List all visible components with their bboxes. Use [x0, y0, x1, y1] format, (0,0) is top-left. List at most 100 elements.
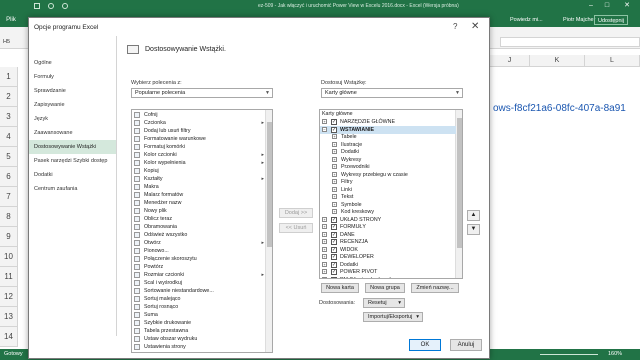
expand-icon[interactable]: +	[332, 134, 337, 139]
nav-item-quick-access-toolbar[interactable]: Pasek narzędzi Szybki dostęp	[29, 154, 116, 168]
move-up-button[interactable]: ▲	[467, 210, 480, 221]
new-group-button[interactable]: Nowa grupa	[365, 283, 405, 293]
command-item[interactable]: Tabela przestawna	[132, 327, 266, 335]
command-item[interactable]: Nowy plik	[132, 207, 266, 215]
command-item[interactable]: Malarz formatów	[132, 191, 266, 199]
command-item[interactable]: Pionowo...	[132, 247, 266, 255]
nav-item-proofing[interactable]: Sprawdzanie	[29, 84, 116, 98]
command-item[interactable]: Kopiuj	[132, 167, 266, 175]
command-item[interactable]: Sortuj malejąco	[132, 295, 266, 303]
row-header[interactable]: 8	[0, 207, 18, 227]
command-item[interactable]: Menedżer nazw	[132, 199, 266, 207]
command-item[interactable]: Suma	[132, 311, 266, 319]
row-header[interactable]: 11	[0, 267, 18, 287]
minimize-icon[interactable]: –	[584, 1, 598, 11]
maximize-icon[interactable]: □	[600, 1, 614, 11]
nav-item-trust-center[interactable]: Centrum zaufania	[29, 182, 116, 196]
tab-checkbox[interactable]: ✓	[331, 126, 337, 133]
expand-icon[interactable]: +	[322, 119, 327, 124]
row-header[interactable]: 14	[0, 327, 18, 347]
command-item[interactable]: Formatowanie warunkowe	[132, 135, 266, 143]
commands-scrollbar[interactable]	[265, 110, 272, 352]
command-item[interactable]: Rozmiar czcionki ▸	[132, 271, 266, 279]
row-header[interactable]: 2	[0, 87, 18, 107]
nav-item-save[interactable]: Zapisywanie	[29, 98, 116, 112]
row-header[interactable]: 10	[0, 247, 18, 267]
cancel-button[interactable]: Anuluj	[450, 339, 482, 351]
zoom-level[interactable]: 160%	[608, 351, 622, 357]
expand-icon[interactable]: +	[322, 239, 327, 244]
tree-tab-item[interactable]: + ✓PM (Niestandardowa)	[320, 276, 456, 278]
expand-icon[interactable]: +	[332, 141, 337, 147]
close-icon[interactable]: ✕	[471, 21, 479, 32]
row-header[interactable]: 13	[0, 307, 18, 327]
expand-icon[interactable]: +	[332, 164, 337, 169]
command-item[interactable]: Dodaj lub usuń filtry	[132, 127, 266, 135]
share-button[interactable]: Udostępnij	[594, 15, 628, 25]
tab-checkbox[interactable]: ✓	[331, 231, 337, 238]
move-down-button[interactable]: ▼	[467, 224, 480, 235]
row-header[interactable]: 7	[0, 187, 18, 207]
row-header[interactable]: 12	[0, 287, 18, 307]
expand-icon[interactable]: +	[332, 179, 337, 184]
command-item[interactable]: Sortowanie niestandardowe...	[132, 287, 266, 295]
tab-checkbox[interactable]: ✓	[331, 246, 337, 253]
tab-checkbox[interactable]: ✓	[331, 239, 337, 245]
column-header[interactable]: J	[490, 55, 530, 67]
command-item[interactable]: Kolor wypełnienia ▸	[132, 159, 266, 167]
expand-icon[interactable]: +	[332, 209, 337, 214]
expand-icon[interactable]: +	[332, 149, 337, 154]
tab-checkbox[interactable]: ✓	[331, 119, 337, 125]
expand-icon[interactable]: +	[322, 269, 327, 274]
expand-icon[interactable]: +	[322, 246, 327, 252]
nav-item-advanced[interactable]: Zaawansowane	[29, 126, 116, 140]
nav-item-customize-ribbon[interactable]: Dostosowywanie Wstążki	[29, 140, 116, 154]
row-header[interactable]: 9	[0, 227, 18, 247]
tab-checkbox[interactable]: ✓	[331, 254, 337, 260]
import-export-button[interactable]: Importuj/Eksportuj ▾	[363, 312, 423, 322]
row-header[interactable]: 5	[0, 147, 18, 167]
nav-item-language[interactable]: Język	[29, 112, 116, 126]
command-item[interactable]: Formatuj komórki	[132, 143, 266, 151]
tab-checkbox[interactable]: ✓	[331, 261, 337, 268]
command-item[interactable]: Szybkie drukowanie	[132, 319, 266, 327]
undo-icon[interactable]	[48, 3, 54, 9]
reset-button[interactable]: Resetuj ▾	[363, 298, 405, 308]
command-item[interactable]: Czcionka ▸	[132, 119, 266, 127]
command-item[interactable]: Otwórz ▸	[132, 239, 266, 247]
user-name[interactable]: Piotr Majcher	[563, 17, 595, 23]
row-header[interactable]: 3	[0, 107, 18, 127]
expand-icon[interactable]: +	[322, 224, 327, 229]
expand-icon[interactable]: +	[322, 231, 327, 237]
expand-icon[interactable]: +	[332, 201, 337, 207]
expand-icon[interactable]: +	[322, 261, 327, 267]
command-item[interactable]: Obramowania	[132, 223, 266, 231]
ribbon-tabs-tree[interactable]: Karty główne + ✓ NARZĘDZIE GŁÓWNE − ✓ WSTAWIA…	[319, 109, 463, 279]
command-item[interactable]: Kształty ▸	[132, 175, 266, 183]
command-item[interactable]: Ustawienia strony	[132, 343, 266, 351]
tell-me-search[interactable]: Powiedz mi...	[510, 17, 543, 23]
command-item[interactable]: Cofnij	[132, 111, 266, 119]
rename-button[interactable]: Zmień nazwę...	[411, 283, 459, 293]
command-item[interactable]: Powtórz	[132, 263, 266, 271]
formula-input[interactable]	[500, 37, 640, 47]
zoom-slider[interactable]	[540, 354, 598, 355]
help-icon[interactable]: ?	[453, 22, 457, 31]
command-item[interactable]: Połączenie skoroszytu	[132, 255, 266, 263]
column-header[interactable]: K	[530, 55, 585, 67]
tab-checkbox[interactable]: ✓	[331, 276, 337, 278]
command-item[interactable]: Kolor czcionki ▸	[132, 151, 266, 159]
expand-icon[interactable]: +	[332, 194, 337, 199]
expand-icon[interactable]: +	[332, 156, 337, 162]
expand-icon[interactable]: +	[332, 171, 337, 177]
commands-list[interactable]: Cofnij Czcionka ▸ Dodaj lub usuń filtry Form…	[131, 109, 273, 353]
row-header[interactable]: 6	[0, 167, 18, 187]
tab-checkbox[interactable]: ✓	[331, 224, 337, 230]
remove-button[interactable]: << Usuń	[279, 223, 313, 233]
hyperlink-cell[interactable]: ows-f8cf21a6-08fc-407a-8a91	[493, 103, 640, 114]
expand-icon[interactable]: +	[322, 216, 327, 222]
tab-checkbox[interactable]: ✓	[331, 269, 337, 275]
command-item[interactable]: Oblicz teraz	[132, 215, 266, 223]
row-header[interactable]: 4	[0, 127, 18, 147]
tree-scrollbar[interactable]	[455, 110, 462, 278]
